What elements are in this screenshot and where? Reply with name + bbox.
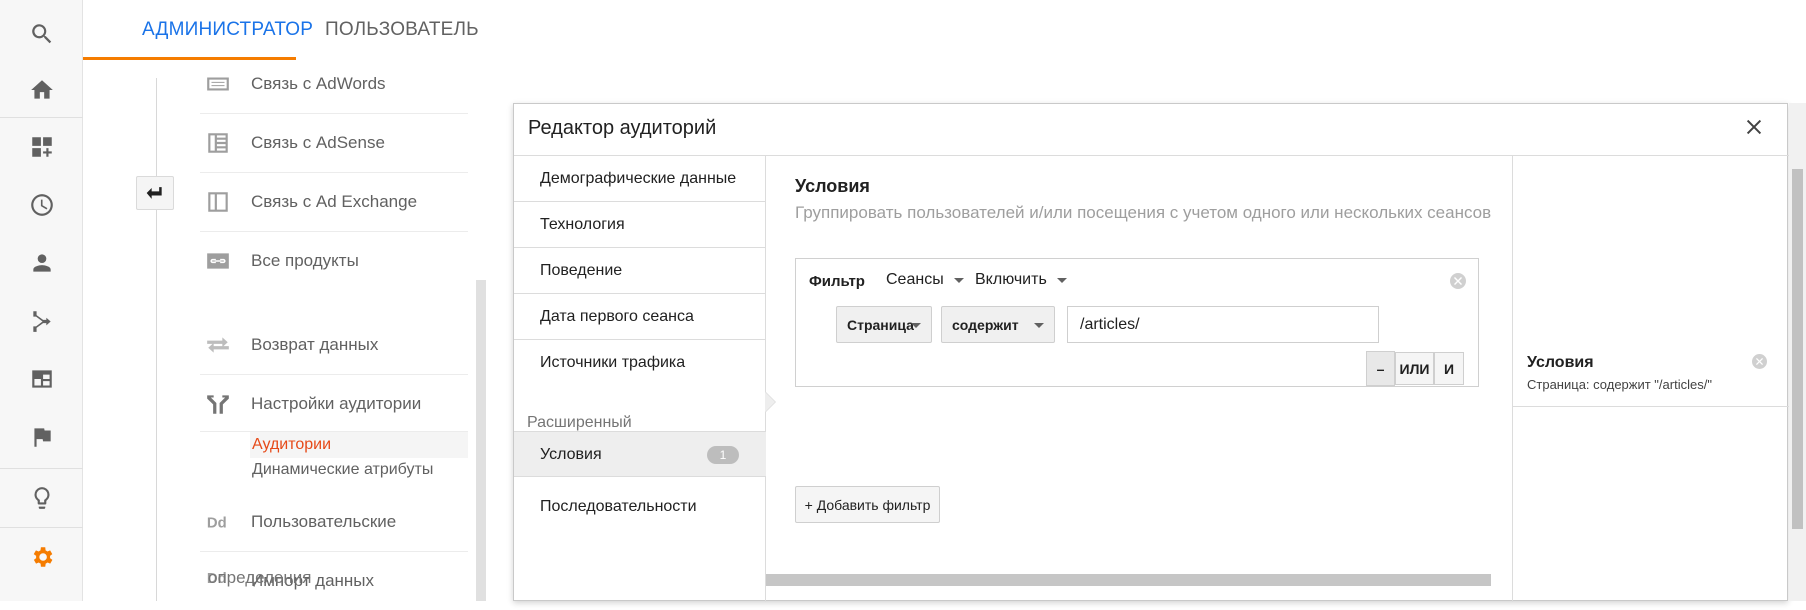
nav-item-conditions[interactable]: Условия 1 [514,431,766,477]
summary-panel: Условия Страница: содержит "/articles/" [1512,156,1790,602]
dimension-select[interactable]: Страница [836,306,932,343]
filter-label: Фильтр [809,273,865,290]
left-rail [0,0,83,601]
column-divider [156,78,157,601]
tab-admin[interactable]: АДМИНИСТРАТОР [113,0,313,60]
mode-value: Включить [975,271,1047,288]
adwords-icon [200,70,236,98]
panel-title: Условия [795,176,870,196]
chevron-down-icon [911,323,921,328]
nav-item-sequences[interactable]: Последовательности [540,498,697,516]
nav-item-behavior[interactable]: Поведение [514,248,765,294]
chevron-down-icon [953,277,964,283]
and-button[interactable]: И [1434,352,1464,385]
dimension-value: Страница [847,316,914,333]
admin-item-adsense[interactable]: Связь с AdSense [200,114,468,172]
nav-item-label: Дата первого сеанса [540,308,694,325]
admin-item-ad-exchange[interactable]: Связь с Ad Exchange [200,173,468,231]
nav-item-label: Демографические данные [540,170,737,187]
admin-item-audience-settings[interactable]: Настройки аудитории [200,375,468,433]
admin-item-label: Связь с AdWords [251,74,386,93]
nav-item-technology[interactable]: Технология [514,202,765,248]
tab-user[interactable]: ПОЛЬЗОВАТЕЛЬ [325,0,479,60]
nav-item-first-session-date[interactable]: Дата первого сеанса [514,294,765,340]
nav-item-demographics[interactable]: Демографические данные [514,156,765,202]
data-return-icon [200,331,236,359]
close-icon[interactable] [1741,114,1767,140]
person-icon[interactable] [0,234,83,292]
chevron-down-icon [1056,277,1067,283]
scope-value: Сеансы [886,271,944,288]
link-products-icon [200,247,236,275]
back-button[interactable] [136,176,174,210]
admin-item-label: Настройки аудитории [251,394,422,413]
dashboard-add-icon[interactable] [0,118,83,176]
add-filter-button[interactable]: + Добавить фильтр [795,486,940,523]
admin-item-label: Связь с AdSense [251,133,385,152]
custom-definitions-caption: определения [208,568,312,587]
admin-item-all-products[interactable]: Все продукты [200,232,468,290]
conditions-panel: Условия Группировать пользователей и/или… [766,156,1512,602]
admin-item-custom[interactable]: Dd Пользовательские [200,493,468,551]
admin-item-adwords[interactable]: Связь с AdWords [200,55,468,113]
admin-item-data-return[interactable]: Возврат данных [200,316,468,374]
dd-icon: Dd [200,508,236,536]
scope-dropdown[interactable]: Сеансы [886,271,964,289]
ad-exchange-icon [200,188,236,216]
home-icon[interactable] [0,61,83,119]
remove-condition-button[interactable]: – [1366,351,1395,386]
nav-item-label: Условия [540,446,602,463]
horizontal-scrollbar[interactable] [766,574,1491,586]
back-arrow-icon [146,187,162,199]
flag-icon[interactable] [0,408,83,466]
svg-text:Dd: Dd [207,516,227,532]
page-scrollbar-thumb[interactable] [1792,169,1803,529]
audience-fork-icon [200,390,236,418]
dialog-nav: Демографические данные Технология Поведе… [514,156,766,602]
panel-subtitle: Группировать пользователей и/или посещен… [795,203,1492,222]
remove-filter-icon[interactable] [1450,273,1466,289]
nav-item-label: Источники трафика [540,354,686,371]
adsense-icon [200,129,236,157]
audience-editor-dialog: Редактор аудиторий Демографические данны… [513,103,1790,602]
remove-summary-icon[interactable] [1752,354,1767,369]
nav-advanced-header: Расширенный [527,414,632,431]
nav-item-label: Технология [540,216,625,233]
mode-dropdown[interactable]: Включить [975,271,1067,289]
nav-item-traffic-sources[interactable]: Источники трафика [514,340,765,386]
browser-window-icon[interactable] [0,350,83,408]
admin-item-label: Возврат данных [251,335,379,354]
list-scrollbar[interactable] [476,280,486,601]
conditions-count-badge: 1 [707,446,739,464]
admin-item-label: Связь с Ad Exchange [251,192,418,211]
search-icon[interactable] [0,5,83,63]
admin-item-label: Все продукты [251,251,359,270]
lightbulb-icon[interactable] [0,469,83,527]
sub-item-dynamic-attributes[interactable]: Динамические атрибуты [252,461,433,479]
clock-icon[interactable] [0,176,83,234]
gear-icon[interactable] [0,528,83,586]
top-tabs: АДМИНИСТРАТОР ПОЛЬЗОВАТЕЛЬ [83,0,1806,60]
operator-value: содержит [952,316,1019,333]
admin-item-label: Пользовательские [251,512,397,531]
summary-description: Страница: содержит "/articles/" [1527,377,1712,392]
dialog-title: Редактор аудиторий [528,117,717,139]
sub-item-audiences[interactable]: Аудитории [252,436,331,454]
or-button[interactable]: ИЛИ [1395,352,1434,385]
chevron-down-icon [1034,323,1044,328]
filter-block: Фильтр Сеансы Включить Страница содержит… [795,258,1479,387]
page-scrollbar[interactable] [1789,103,1806,601]
operator-select[interactable]: содержит [941,306,1055,343]
summary-title: Условия [1527,354,1594,371]
nav-item-label: Поведение [540,262,623,279]
flow-icon[interactable] [0,292,83,350]
filter-value-input[interactable]: /articles/ [1067,306,1379,343]
